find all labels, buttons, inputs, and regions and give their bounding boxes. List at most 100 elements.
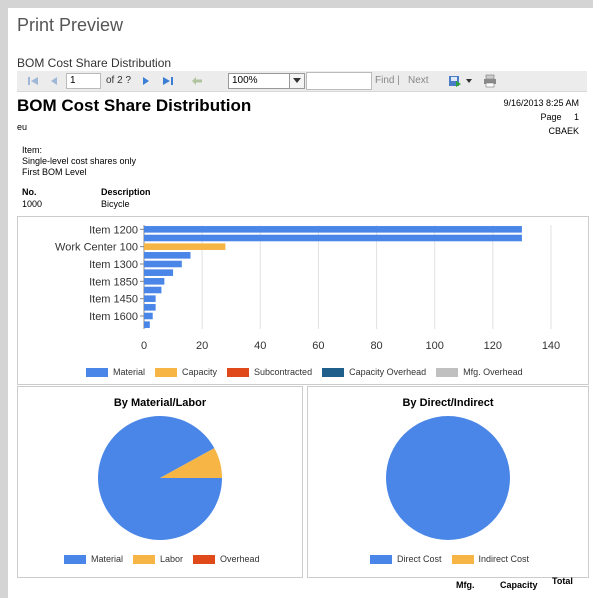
x-tick-label: 40 [254,340,266,352]
previous-page-icon[interactable] [47,73,61,89]
filter-line-2: First BOM Level [22,167,87,177]
bar [144,260,182,268]
legend-item: Material [86,367,145,377]
legend-label: Material [113,367,146,377]
legend-item: Direct Cost [370,554,442,564]
bar [144,286,162,294]
bar [144,295,156,302]
col-header-description: Description [101,187,151,197]
find-input[interactable] [306,72,372,90]
pie-material-labor-svg [98,416,222,540]
legend-item: Overhead [193,554,260,564]
y-category-label: Work Center 100 [55,242,138,254]
x-tick-label: 120 [484,340,502,352]
pie-direct-indirect-svg [386,416,510,540]
bar [144,304,156,311]
chevron-down-icon[interactable] [289,74,304,88]
report-user: CBAEK [548,126,579,136]
legend-swatch [370,554,392,564]
legend-swatch [436,367,459,377]
find-next-link[interactable]: Next [408,75,429,86]
legend-label: Material [91,554,124,564]
item-no-value: 1000 [22,199,43,209]
find-label[interactable]: Find [375,75,394,86]
report-page: Page 1 [540,112,579,122]
legend-item: Mfg. Overhead [436,367,523,377]
legend-item: Indirect Cost [451,554,530,564]
export-icon[interactable] [447,73,463,89]
find-separator: | [397,75,400,86]
bar [144,243,226,250]
legend-label: Mfg. Overhead [463,367,523,377]
pie-title-material-labor: By Material/Labor [113,397,207,409]
bar [144,312,153,320]
y-category-label: Item 1200 [89,224,138,236]
y-category-label: Item 1600 [89,311,138,323]
legend-item: Subcontracted [227,367,312,377]
bar-chart: 0 20 40 60 80 100 120 140 Item 1200 Work Center 1… [55,224,560,352]
x-tick-label: 80 [370,340,382,352]
pie-slice [386,416,510,540]
legend-swatch [155,367,178,377]
col-header-no: No. [22,187,37,197]
legend-label: Direct Cost [397,554,442,564]
legend-swatch [64,554,86,564]
report-date: 9/16/2013 8:25 AM [503,98,579,108]
pie-direct-indirect-legend: Direct Cost Indirect Cost [370,554,529,564]
legend-label: Subcontracted [254,367,313,377]
legend-swatch [133,554,156,564]
bar [144,278,165,285]
pie-material-labor-legend: Material Labor Overhead [64,554,260,564]
filter-item: Item: [22,145,43,155]
pie-title-direct-indirect: By Direct/Indirect [402,397,494,409]
x-tick-label: 20 [196,340,208,352]
item-description-value: Bicycle [101,199,130,209]
legend-label: Capacity Overhead [349,367,427,377]
last-page-icon[interactable] [160,73,176,89]
report-toolbar: 1 of 2 ? 100% Find | Next [17,71,587,92]
filter-line-1: Single-level cost shares only [22,156,137,166]
bar [144,226,522,233]
legend-swatch [322,367,345,377]
find-link[interactable]: Find | [375,75,400,86]
next-page-icon[interactable] [139,73,153,89]
legend-item: Labor [133,554,183,564]
legend-item: Capacity Overhead [322,367,426,377]
page-label: Page [540,112,562,122]
back-icon[interactable] [189,73,205,89]
bottom-header-capacity: Capacity [500,580,538,590]
y-category-label: Item 1300 [89,259,138,271]
bar [144,234,522,242]
dropdown-icon[interactable] [464,73,474,89]
bottom-header-mfg: Mfg. [456,580,475,590]
top-border [0,0,593,8]
bar [144,269,174,276]
legend-swatch [86,367,108,377]
document-title: BOM Cost Share Distribution [17,56,172,70]
report-title: BOM Cost Share Distribution [17,96,252,115]
bar-chart-panel: 0 20 40 60 80 100 120 140 Item 1200 Work Center 1… [17,216,589,385]
legend-label: Labor [160,554,184,564]
x-tick-label: 60 [312,340,324,352]
bar [144,252,191,259]
bar [144,321,150,328]
zoom-select[interactable]: 100% [228,73,305,89]
bottom-header-total: Total [552,576,573,586]
page-number-input[interactable]: 1 [66,73,101,89]
left-border [0,8,8,598]
y-category-label: Item 1450 [89,294,138,306]
page-number: 1 [573,112,579,122]
pie-chart-direct-indirect: By Direct/Indirect Direct Cost Indirect C… [307,386,589,578]
legend-label: Indirect Cost [478,554,530,564]
window-title: Print Preview [17,15,124,35]
zoom-value: 100% [232,75,258,86]
report-subtitle: eu [17,122,28,132]
legend-label: Overhead [220,554,260,564]
legend-swatch [193,554,216,564]
print-icon[interactable] [482,73,498,89]
pie-chart-material-labor: By Material/Labor Material Labor Overhead [17,386,303,578]
legend-swatch [227,367,250,377]
legend-swatch [451,554,474,564]
first-page-icon[interactable] [25,73,41,89]
x-tick-label: 100 [426,340,444,352]
